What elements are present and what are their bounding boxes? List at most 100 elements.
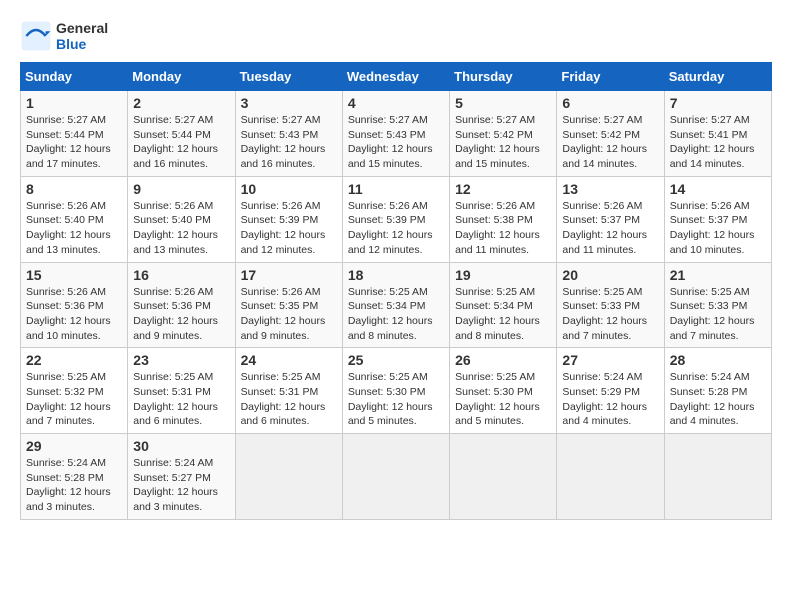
day-number: 21 <box>670 267 766 283</box>
table-row: 20Sunrise: 5:25 AMSunset: 5:33 PMDayligh… <box>557 262 664 348</box>
day-number: 20 <box>562 267 658 283</box>
header-day-sunday: Sunday <box>21 63 128 91</box>
day-number: 26 <box>455 352 551 368</box>
header-day-wednesday: Wednesday <box>342 63 449 91</box>
day-info: Sunrise: 5:26 AMSunset: 5:36 PMDaylight:… <box>26 285 122 344</box>
calendar-body: 1 Sunrise: 5:27 AMSunset: 5:44 PMDaylight… <box>21 91 772 520</box>
calendar-table: SundayMondayTuesdayWednesdayThursdayFrid… <box>20 62 772 520</box>
table-row: 22Sunrise: 5:25 AMSunset: 5:32 PMDayligh… <box>21 348 128 434</box>
day-number: 18 <box>348 267 444 283</box>
table-row: 5 Sunrise: 5:27 AMSunset: 5:42 PMDaylight… <box>450 91 557 177</box>
day-number: 25 <box>348 352 444 368</box>
day-number: 1 <box>26 95 122 111</box>
day-number: 10 <box>241 181 337 197</box>
table-row: 12 Sunrise: 5:26 AMSunset: 5:38 PMDayligh… <box>450 176 557 262</box>
day-number: 23 <box>133 352 229 368</box>
calendar-week-row: 15 Sunrise: 5:26 AMSunset: 5:36 PMDayligh… <box>21 262 772 348</box>
table-row: 17 Sunrise: 5:26 AMSunset: 5:35 PMDayligh… <box>235 262 342 348</box>
day-info: Sunrise: 5:26 AMSunset: 5:37 PMDaylight:… <box>670 199 766 258</box>
day-info: Sunrise: 5:24 AMSunset: 5:28 PMDaylight:… <box>26 456 122 515</box>
day-number: 12 <box>455 181 551 197</box>
day-number: 7 <box>670 95 766 111</box>
table-row: 11 Sunrise: 5:26 AMSunset: 5:39 PMDayligh… <box>342 176 449 262</box>
day-number: 6 <box>562 95 658 111</box>
header-day-saturday: Saturday <box>664 63 771 91</box>
day-info: Sunrise: 5:26 AMSunset: 5:40 PMDaylight:… <box>133 199 229 258</box>
table-row: 18Sunrise: 5:25 AMSunset: 5:34 PMDayligh… <box>342 262 449 348</box>
day-number: 8 <box>26 181 122 197</box>
header-row: SundayMondayTuesdayWednesdayThursdayFrid… <box>21 63 772 91</box>
day-number: 30 <box>133 438 229 454</box>
day-info: Sunrise: 5:27 AMSunset: 5:43 PMDaylight:… <box>241 113 337 172</box>
table-row: 15 Sunrise: 5:26 AMSunset: 5:36 PMDayligh… <box>21 262 128 348</box>
day-info: Sunrise: 5:26 AMSunset: 5:38 PMDaylight:… <box>455 199 551 258</box>
day-info: Sunrise: 5:25 AMSunset: 5:34 PMDaylight:… <box>455 285 551 344</box>
table-row: 7 Sunrise: 5:27 AMSunset: 5:41 PMDaylight… <box>664 91 771 177</box>
table-row: 21 Sunrise: 5:25 AMSunset: 5:33 PMDayligh… <box>664 262 771 348</box>
table-row: 8 Sunrise: 5:26 AMSunset: 5:40 PMDaylight… <box>21 176 128 262</box>
table-row: 10 Sunrise: 5:26 AMSunset: 5:39 PMDayligh… <box>235 176 342 262</box>
day-number: 3 <box>241 95 337 111</box>
day-number: 13 <box>562 181 658 197</box>
day-info: Sunrise: 5:27 AMSunset: 5:41 PMDaylight:… <box>670 113 766 172</box>
table-row: 9 Sunrise: 5:26 AMSunset: 5:40 PMDaylight… <box>128 176 235 262</box>
table-row: 23 Sunrise: 5:25 AMSunset: 5:31 PMDayligh… <box>128 348 235 434</box>
day-info: Sunrise: 5:26 AMSunset: 5:39 PMDaylight:… <box>348 199 444 258</box>
calendar-week-row: 8 Sunrise: 5:26 AMSunset: 5:40 PMDaylight… <box>21 176 772 262</box>
day-number: 29 <box>26 438 122 454</box>
header-day-friday: Friday <box>557 63 664 91</box>
day-number: 9 <box>133 181 229 197</box>
day-number: 15 <box>26 267 122 283</box>
table-row: 2 Sunrise: 5:27 AMSunset: 5:44 PMDaylight… <box>128 91 235 177</box>
day-info: Sunrise: 5:25 AMSunset: 5:33 PMDaylight:… <box>670 285 766 344</box>
day-info: Sunrise: 5:25 AMSunset: 5:30 PMDaylight:… <box>455 370 551 429</box>
table-row: 26 Sunrise: 5:25 AMSunset: 5:30 PMDayligh… <box>450 348 557 434</box>
table-row <box>557 434 664 520</box>
day-info: Sunrise: 5:26 AMSunset: 5:35 PMDaylight:… <box>241 285 337 344</box>
table-row: 14 Sunrise: 5:26 AMSunset: 5:37 PMDayligh… <box>664 176 771 262</box>
table-row: 24 Sunrise: 5:25 AMSunset: 5:31 PMDayligh… <box>235 348 342 434</box>
page-header: General Blue <box>20 20 772 52</box>
table-row: 1 Sunrise: 5:27 AMSunset: 5:44 PMDaylight… <box>21 91 128 177</box>
day-info: Sunrise: 5:25 AMSunset: 5:31 PMDaylight:… <box>241 370 337 429</box>
logo-icon <box>20 20 52 52</box>
table-row: 25 Sunrise: 5:25 AMSunset: 5:30 PMDayligh… <box>342 348 449 434</box>
table-row <box>664 434 771 520</box>
calendar-header: SundayMondayTuesdayWednesdayThursdayFrid… <box>21 63 772 91</box>
table-row <box>450 434 557 520</box>
day-number: 11 <box>348 181 444 197</box>
logo-blue: Blue <box>56 36 108 52</box>
day-number: 14 <box>670 181 766 197</box>
day-info: Sunrise: 5:26 AMSunset: 5:39 PMDaylight:… <box>241 199 337 258</box>
day-info: Sunrise: 5:24 AMSunset: 5:28 PMDaylight:… <box>670 370 766 429</box>
calendar-week-row: 29 Sunrise: 5:24 AMSunset: 5:28 PMDayligh… <box>21 434 772 520</box>
day-info: Sunrise: 5:26 AMSunset: 5:40 PMDaylight:… <box>26 199 122 258</box>
header-day-thursday: Thursday <box>450 63 557 91</box>
day-info: Sunrise: 5:26 AMSunset: 5:37 PMDaylight:… <box>562 199 658 258</box>
day-number: 2 <box>133 95 229 111</box>
header-day-monday: Monday <box>128 63 235 91</box>
day-number: 19 <box>455 267 551 283</box>
day-info: Sunrise: 5:24 AMSunset: 5:27 PMDaylight:… <box>133 456 229 515</box>
day-info: Sunrise: 5:25 AMSunset: 5:31 PMDaylight:… <box>133 370 229 429</box>
day-info: Sunrise: 5:26 AMSunset: 5:36 PMDaylight:… <box>133 285 229 344</box>
table-row: 13 Sunrise: 5:26 AMSunset: 5:37 PMDayligh… <box>557 176 664 262</box>
day-info: Sunrise: 5:25 AMSunset: 5:30 PMDaylight:… <box>348 370 444 429</box>
table-row: 29 Sunrise: 5:24 AMSunset: 5:28 PMDayligh… <box>21 434 128 520</box>
day-info: Sunrise: 5:27 AMSunset: 5:43 PMDaylight:… <box>348 113 444 172</box>
day-number: 24 <box>241 352 337 368</box>
header-day-tuesday: Tuesday <box>235 63 342 91</box>
day-info: Sunrise: 5:27 AMSunset: 5:44 PMDaylight:… <box>133 113 229 172</box>
day-info: Sunrise: 5:27 AMSunset: 5:44 PMDaylight:… <box>26 113 122 172</box>
day-number: 17 <box>241 267 337 283</box>
table-row <box>235 434 342 520</box>
day-info: Sunrise: 5:24 AMSunset: 5:29 PMDaylight:… <box>562 370 658 429</box>
table-row: 3 Sunrise: 5:27 AMSunset: 5:43 PMDaylight… <box>235 91 342 177</box>
day-info: Sunrise: 5:25 AMSunset: 5:32 PMDaylight:… <box>26 370 122 429</box>
table-row: 6 Sunrise: 5:27 AMSunset: 5:42 PMDaylight… <box>557 91 664 177</box>
day-info: Sunrise: 5:27 AMSunset: 5:42 PMDaylight:… <box>455 113 551 172</box>
day-info: Sunrise: 5:27 AMSunset: 5:42 PMDaylight:… <box>562 113 658 172</box>
day-number: 5 <box>455 95 551 111</box>
day-number: 28 <box>670 352 766 368</box>
table-row <box>342 434 449 520</box>
